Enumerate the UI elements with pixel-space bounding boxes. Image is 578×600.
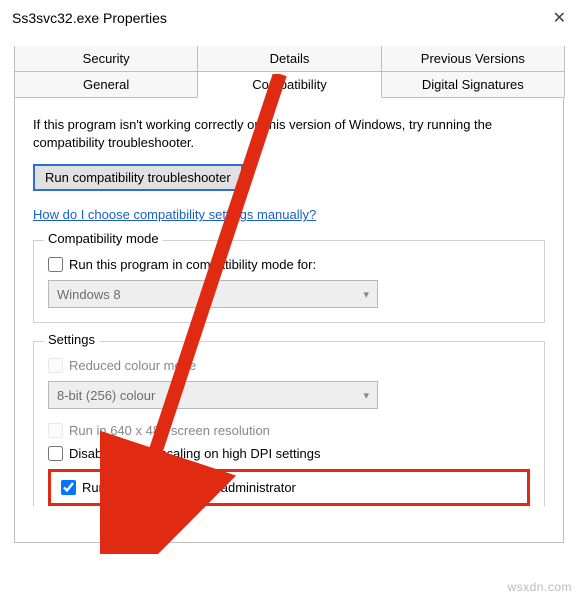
compat-mode-legend: Compatibility mode: [44, 231, 163, 246]
compat-mode-label: Run this program in compatibility mode f…: [69, 257, 316, 272]
colour-combo: 8-bit (256) colour ▾: [48, 381, 378, 409]
settings-group: Settings Reduced colour mode 8-bit (256)…: [33, 341, 545, 506]
chevron-down-icon: ▾: [363, 288, 369, 301]
chevron-down-icon: ▾: [363, 389, 369, 402]
dpi-checkbox[interactable]: [48, 446, 63, 461]
admin-checkbox[interactable]: [61, 480, 76, 495]
resolution-row: Run in 640 x 480 screen resolution: [48, 423, 530, 438]
compat-mode-combo[interactable]: Windows 8 ▾: [48, 280, 378, 308]
compat-mode-row[interactable]: Run this program in compatibility mode f…: [48, 257, 530, 272]
resolution-checkbox: [48, 423, 63, 438]
tab-digital-signatures[interactable]: Digital Signatures: [381, 71, 565, 97]
tab-details[interactable]: Details: [197, 46, 381, 71]
reduced-colour-label: Reduced colour mode: [69, 358, 196, 373]
tab-previous-versions[interactable]: Previous Versions: [381, 46, 565, 71]
colour-combo-value: 8-bit (256) colour: [57, 388, 155, 403]
resolution-label: Run in 640 x 480 screen resolution: [69, 423, 270, 438]
reduced-colour-row: Reduced colour mode: [48, 358, 530, 373]
help-link[interactable]: How do I choose compatibility settings m…: [33, 207, 545, 222]
watermark: wsxdn.com: [507, 580, 572, 594]
compat-mode-combo-value: Windows 8: [57, 287, 121, 302]
run-troubleshooter-button[interactable]: Run compatibility troubleshooter: [33, 164, 243, 191]
admin-highlight: Run this program as an administrator: [48, 469, 530, 506]
admin-row[interactable]: Run this program as an administrator: [61, 480, 517, 495]
admin-label: Run this program as an administrator: [82, 480, 296, 495]
dpi-label: Disable display scaling on high DPI sett…: [69, 446, 320, 461]
tab-content: If this program isn't working correctly …: [14, 97, 564, 543]
reduced-colour-checkbox: [48, 358, 63, 373]
tab-compatibility[interactable]: Compatibility: [197, 71, 381, 98]
compat-mode-checkbox[interactable]: [48, 257, 63, 272]
close-button[interactable]: ✕: [526, 8, 566, 28]
dpi-row[interactable]: Disable display scaling on high DPI sett…: [48, 446, 530, 461]
window-title: Ss3svc32.exe Properties: [12, 10, 167, 26]
tab-security[interactable]: Security: [14, 46, 198, 71]
compat-mode-group: Compatibility mode Run this program in c…: [33, 240, 545, 323]
settings-legend: Settings: [44, 332, 99, 347]
tab-general[interactable]: General: [14, 71, 198, 97]
intro-text: If this program isn't working correctly …: [33, 116, 545, 152]
